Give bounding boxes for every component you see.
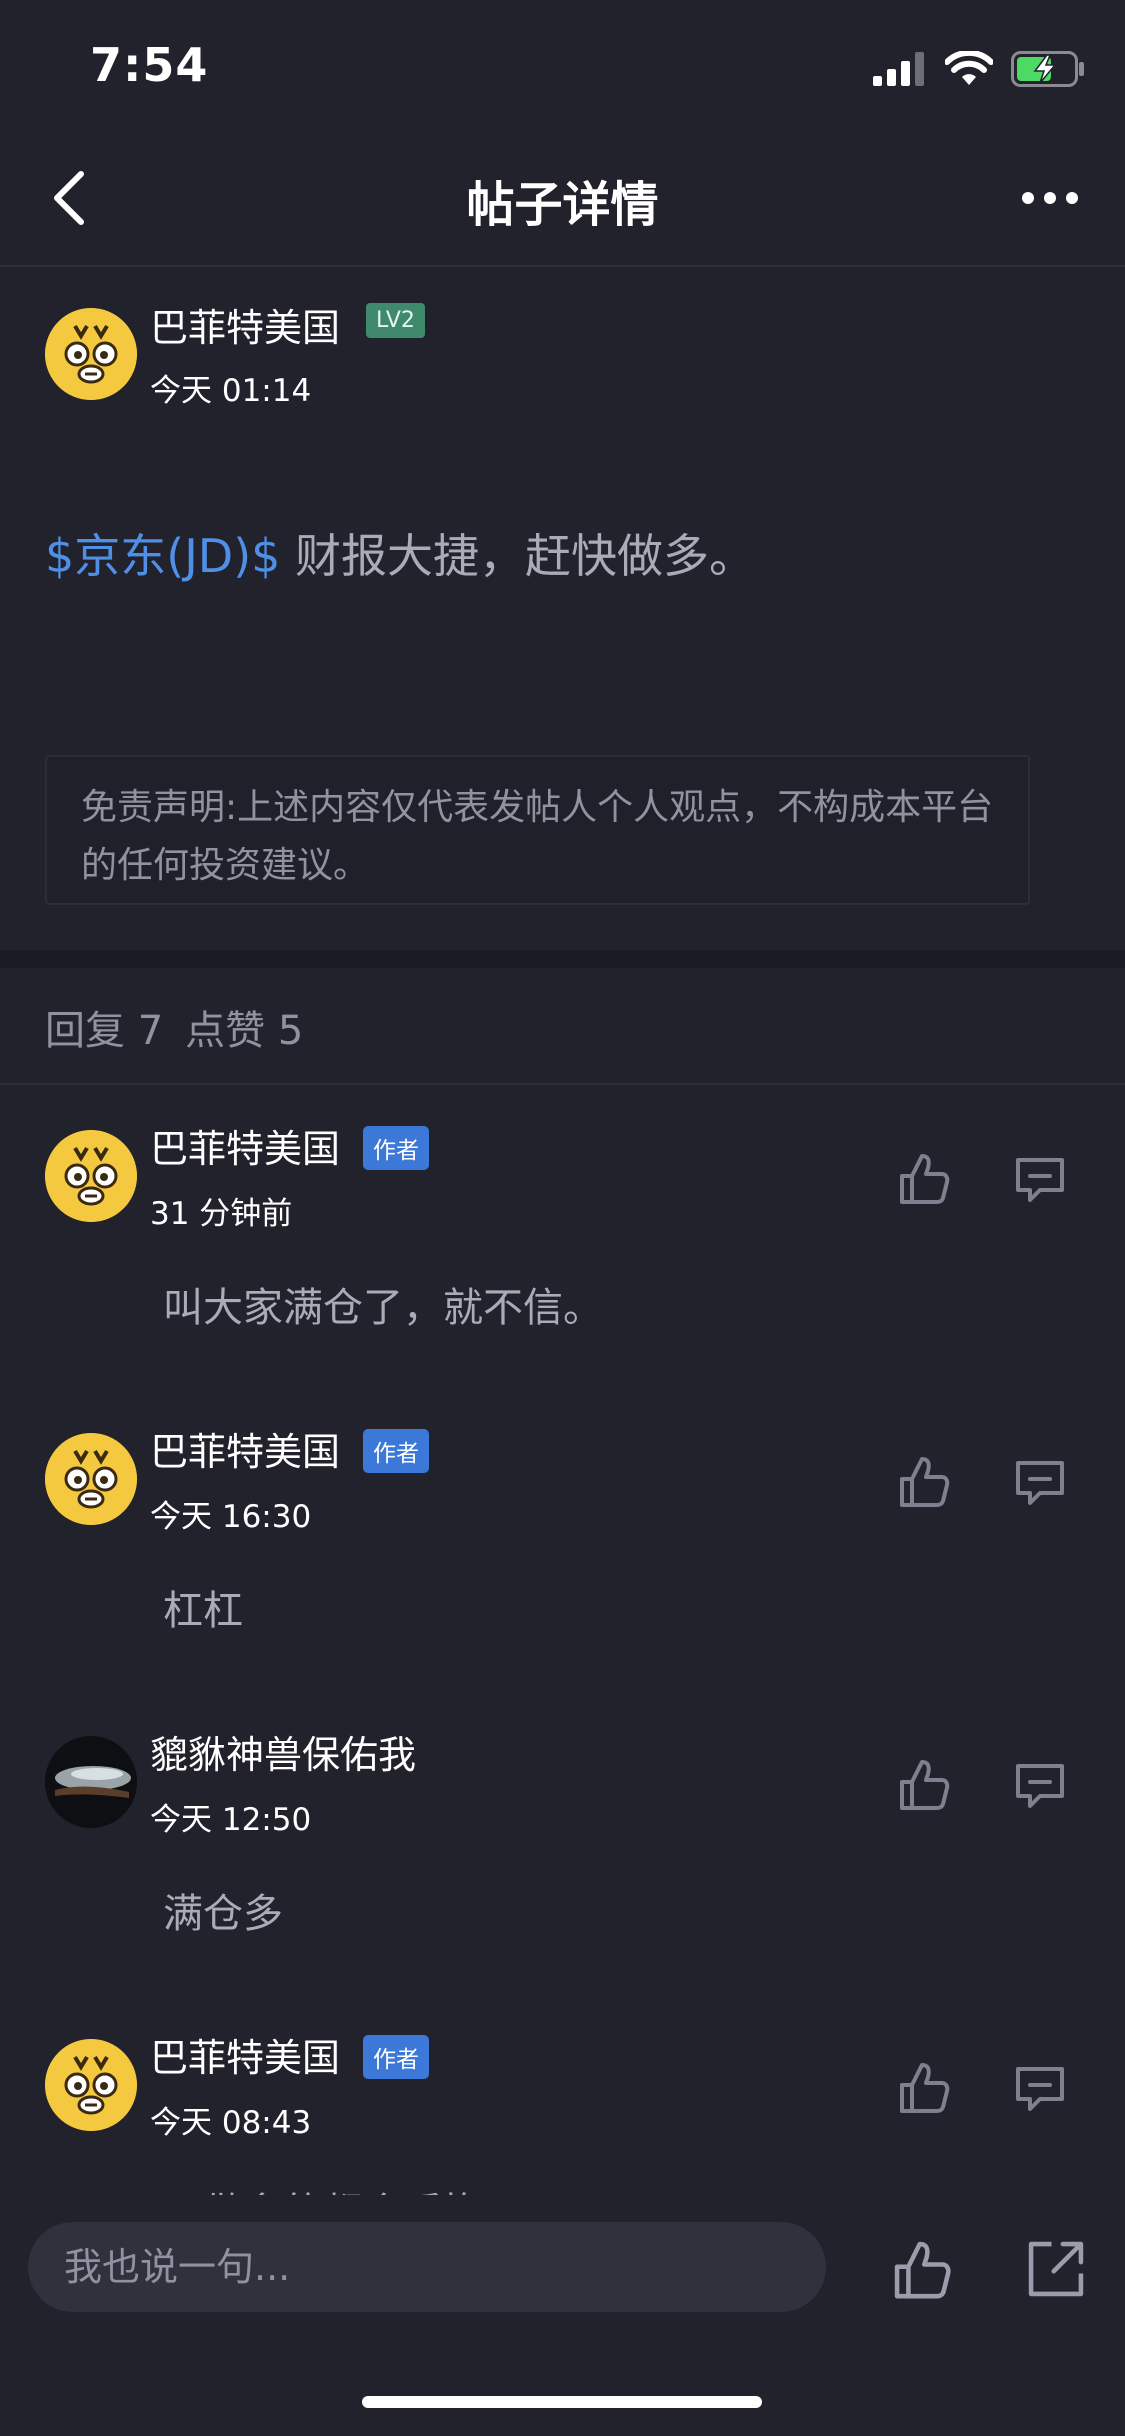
reply-time: 今天 12:50 xyxy=(150,1802,312,1838)
comment-icon xyxy=(1016,1461,1064,1505)
comment-icon xyxy=(1016,2067,1064,2111)
post-author-name[interactable]: 巴菲特美国 xyxy=(150,297,340,352)
tiger-avatar-icon xyxy=(45,1130,137,1222)
reply-time: 今天 16:30 xyxy=(150,1499,312,1535)
reply-avatar[interactable] xyxy=(45,1736,137,1828)
tiger-avatar-icon xyxy=(45,308,137,400)
author-badge: 作者 xyxy=(363,2035,429,2079)
share-icon xyxy=(1028,2241,1084,2297)
author-badge: 作者 xyxy=(363,1429,429,1473)
signal-icon xyxy=(873,52,924,86)
stats-divider xyxy=(0,1083,1125,1085)
reply-author-name[interactable]: 巴菲特美国 xyxy=(150,1118,340,1173)
reply-text: 杠杠 xyxy=(163,1588,243,1634)
thumbs-up-icon xyxy=(900,1154,950,1204)
reply-time: 31 分钟前 xyxy=(150,1196,293,1232)
like-post-button[interactable] xyxy=(888,2235,956,2303)
section-separator xyxy=(0,950,1125,968)
reply-like-button[interactable] xyxy=(894,1148,954,1208)
stock-tag-link[interactable]: $京东(JD)$ xyxy=(45,529,280,583)
like-count[interactable]: 点赞 5 xyxy=(185,1008,303,1054)
post-author-avatar[interactable] xyxy=(45,308,137,400)
reply-comment-button[interactable] xyxy=(1010,1451,1070,1511)
reply-comment-button[interactable] xyxy=(1010,1148,1070,1208)
page-title: 帖子详情 xyxy=(466,177,659,233)
reply-author-name[interactable]: 巴菲特美国 xyxy=(150,2027,340,2082)
status-time: 7:54 xyxy=(90,38,209,92)
author-badge: 作者 xyxy=(363,1126,429,1170)
status-icons xyxy=(873,48,1085,90)
reply-like-button[interactable] xyxy=(894,1754,954,1814)
post-content: $京东(JD)$ 财报大捷，赶快做多。 xyxy=(45,520,755,586)
post-text: 财报大捷，赶快做多。 xyxy=(280,529,756,583)
reply-count[interactable]: 回复 7 xyxy=(45,1008,163,1054)
reply-author-name[interactable]: 巴菲特美国 xyxy=(150,1421,340,1476)
more-button[interactable] xyxy=(1020,178,1080,218)
landscape-avatar-icon xyxy=(45,1736,137,1828)
disclaimer-box: 免责声明:上述内容仅代表发帖人个人观点，不构成本平台的任何投资建议。 xyxy=(45,755,1030,905)
tiger-avatar-icon xyxy=(45,2039,137,2131)
more-dots-icon xyxy=(1022,192,1078,204)
reply-comment-button[interactable] xyxy=(1010,1754,1070,1814)
reply-time: 今天 08:43 xyxy=(150,2105,312,2141)
reply-avatar[interactable] xyxy=(45,1130,137,1222)
reply-comment-button[interactable] xyxy=(1010,2057,1070,2117)
reply-author-name[interactable]: 貔貅神兽保佑我 xyxy=(150,1724,416,1779)
home-indicator xyxy=(362,2396,762,2408)
reply-text: 满仓多 xyxy=(163,1891,283,1937)
post-stats: 回复 7 点赞 5 xyxy=(45,998,325,1056)
share-button[interactable] xyxy=(1022,2235,1090,2303)
reply-text: 叫大家满仓了，就不信。 xyxy=(163,1285,603,1331)
nav-divider xyxy=(0,265,1125,267)
thumbs-up-icon xyxy=(894,2241,951,2299)
comment-icon xyxy=(1016,1158,1064,1202)
reply-like-button[interactable] xyxy=(894,2057,954,2117)
thumbs-up-icon xyxy=(900,1457,950,1507)
thumbs-up-icon xyxy=(900,2063,950,2113)
battery-charging-icon xyxy=(1011,51,1084,87)
tiger-avatar-icon xyxy=(45,1433,137,1525)
reply-like-button[interactable] xyxy=(894,1451,954,1511)
reply-avatar[interactable] xyxy=(45,1433,137,1525)
wifi-icon xyxy=(945,51,993,85)
post-time: 今天 01:14 xyxy=(150,373,312,409)
comment-icon xyxy=(1016,1764,1064,1808)
comment-input[interactable]: 我也说一句... xyxy=(28,2222,826,2312)
thumbs-up-icon xyxy=(900,1760,950,1810)
level-badge: LV2 xyxy=(366,303,425,338)
reply-avatar[interactable] xyxy=(45,2039,137,2131)
